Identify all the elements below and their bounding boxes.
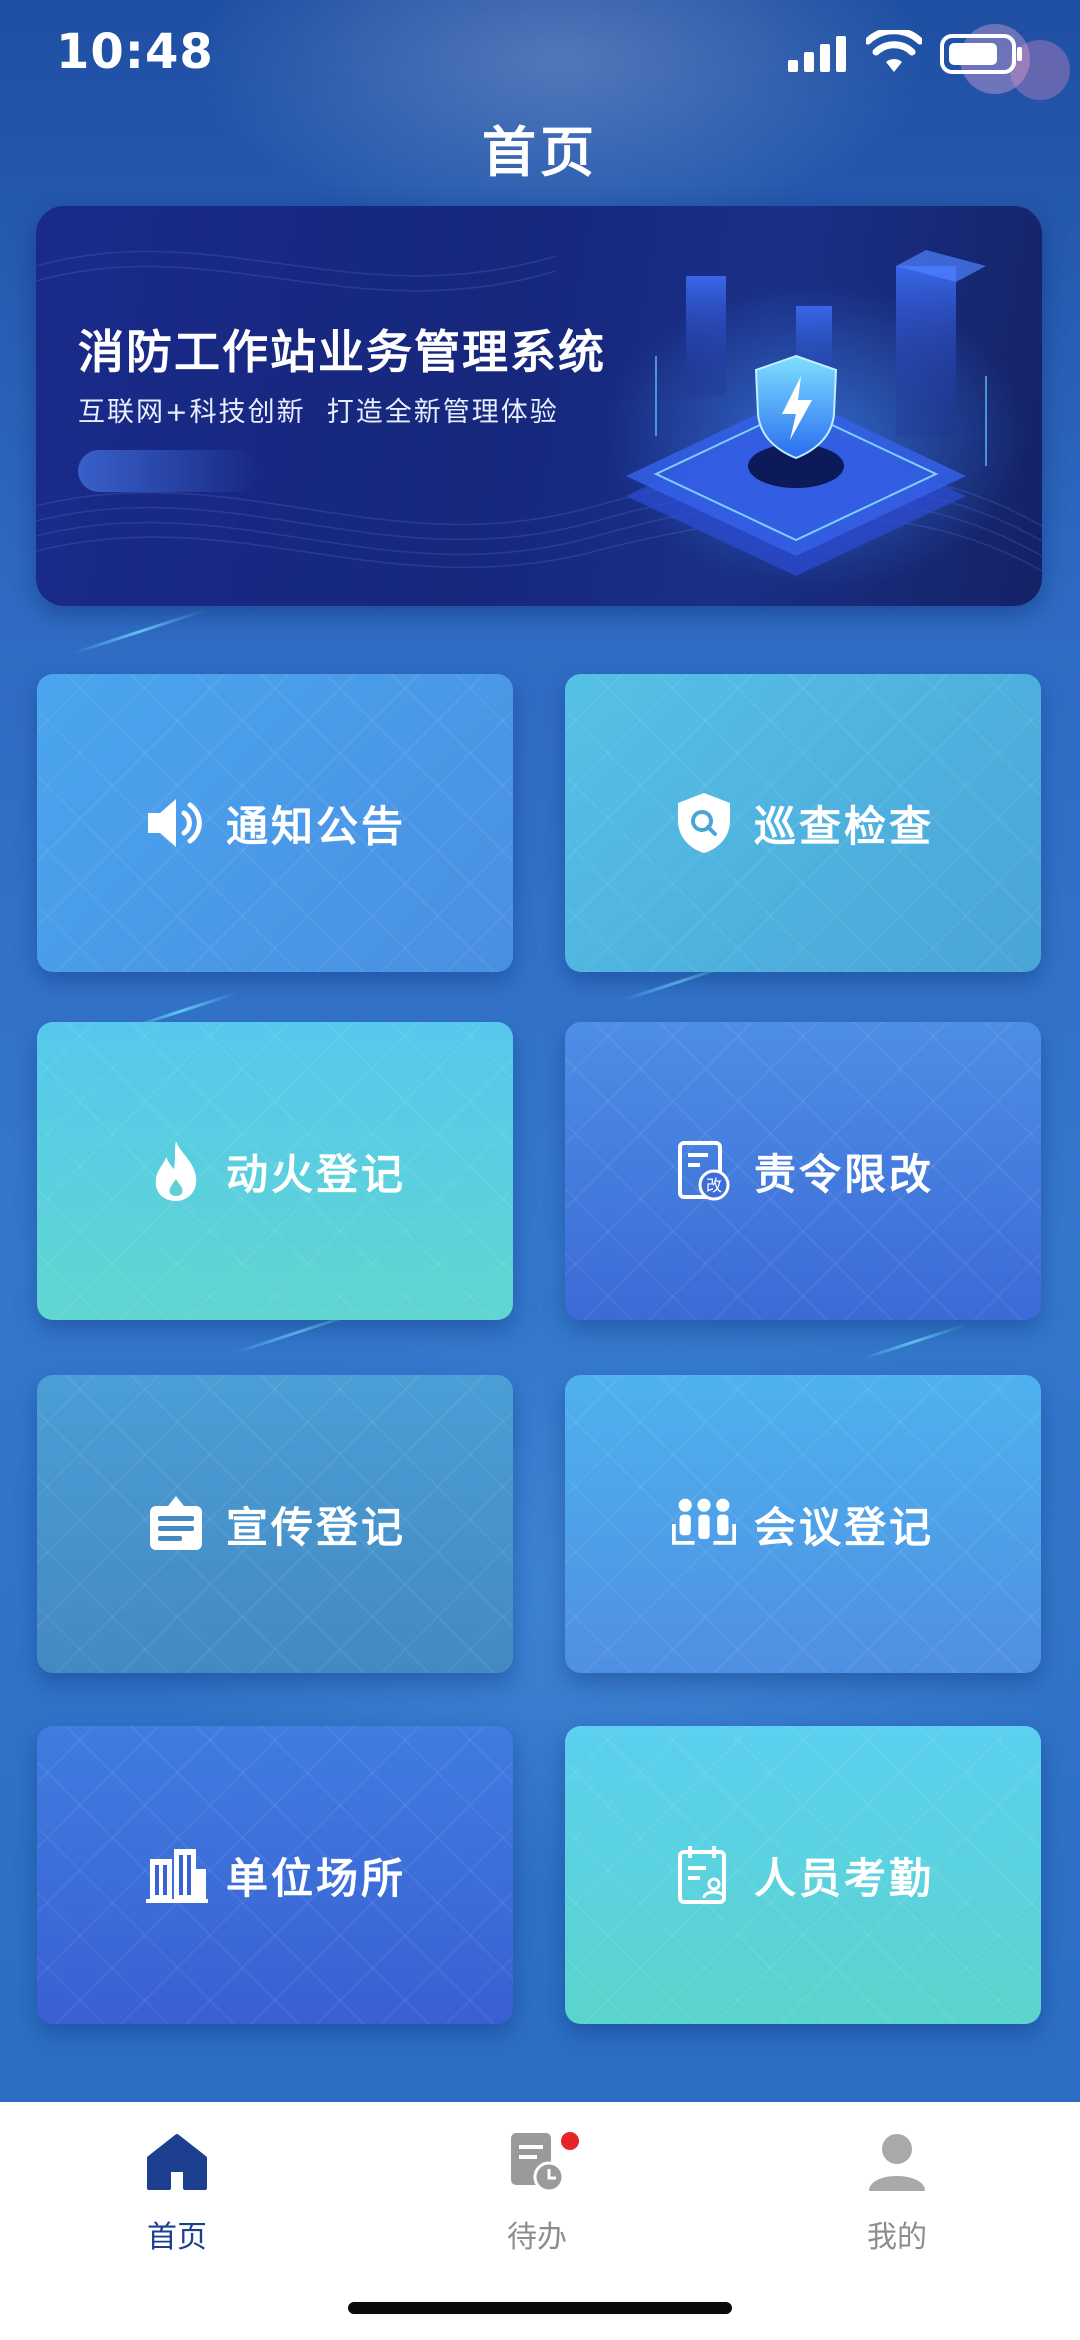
home-indicator[interactable] [348, 2302, 732, 2314]
tile-label: 单位场所 [225, 1853, 406, 1903]
battery-icon [940, 34, 1024, 78]
tile-rectification[interactable]: 改 责令限改 [565, 1022, 1041, 1320]
todo-document-icon [437, 2122, 637, 2202]
tab-label: 我的 [867, 2220, 927, 2255]
tile-label: 责令限改 [753, 1149, 934, 1199]
banner-subtitle: 互联网+科技创新 打造全新管理体验 [78, 397, 559, 428]
tile-label: 通知公告 [225, 801, 406, 851]
shield-platform-illustration [596, 236, 1036, 600]
building-icon [144, 1843, 208, 1907]
home-icon [77, 2122, 277, 2202]
tile-notice[interactable]: 通知公告 [37, 674, 513, 972]
document-correction-icon: 改 [672, 1139, 736, 1203]
tile-label: 动火登记 [225, 1149, 406, 1199]
page-title: 首页 [482, 121, 598, 184]
status-bar: 10:48 [0, 0, 1080, 110]
shield-search-icon [672, 791, 736, 855]
tab-todo[interactable]: 待办 [437, 2122, 637, 2256]
tile-units[interactable]: 单位场所 [37, 1726, 513, 2024]
tile-inspection[interactable]: 巡查检查 [565, 674, 1041, 972]
tile-label: 巡查检查 [753, 801, 934, 851]
user-icon [797, 2122, 997, 2202]
light-streak [862, 1323, 968, 1360]
tile-attendance[interactable]: 人员考勤 [565, 1726, 1041, 2024]
meeting-people-icon [671, 1492, 736, 1556]
bulletin-board-icon [144, 1492, 208, 1556]
attendance-icon [672, 1843, 736, 1907]
wifi-icon [864, 27, 924, 78]
hero-banner: 消防工作站业务管理系统 互联网+科技创新 打造全新管理体验 [36, 206, 1042, 606]
tab-label: 待办 [507, 2220, 567, 2255]
tile-label: 人员考勤 [753, 1853, 934, 1903]
tile-label: 宣传登记 [225, 1502, 406, 1552]
svg-text:改: 改 [706, 1176, 722, 1195]
tab-mine[interactable]: 我的 [797, 2122, 997, 2256]
tab-label: 首页 [147, 2220, 207, 2255]
fire-icon [144, 1139, 208, 1203]
light-streak [72, 608, 208, 655]
banner-title: 消防工作站业务管理系统 [78, 325, 606, 379]
tile-meeting[interactable]: 会议登记 [565, 1375, 1041, 1673]
banner-decor-pill [78, 450, 258, 492]
tile-label: 会议登记 [753, 1502, 934, 1552]
tab-home[interactable]: 首页 [77, 2122, 277, 2256]
tile-publicity[interactable]: 宣传登记 [37, 1375, 513, 1673]
signal-icon [788, 36, 848, 76]
tile-hotwork[interactable]: 动火登记 [37, 1022, 513, 1320]
speaker-icon [144, 791, 208, 855]
notification-badge [561, 2132, 579, 2150]
status-time: 10:48 [56, 24, 214, 80]
